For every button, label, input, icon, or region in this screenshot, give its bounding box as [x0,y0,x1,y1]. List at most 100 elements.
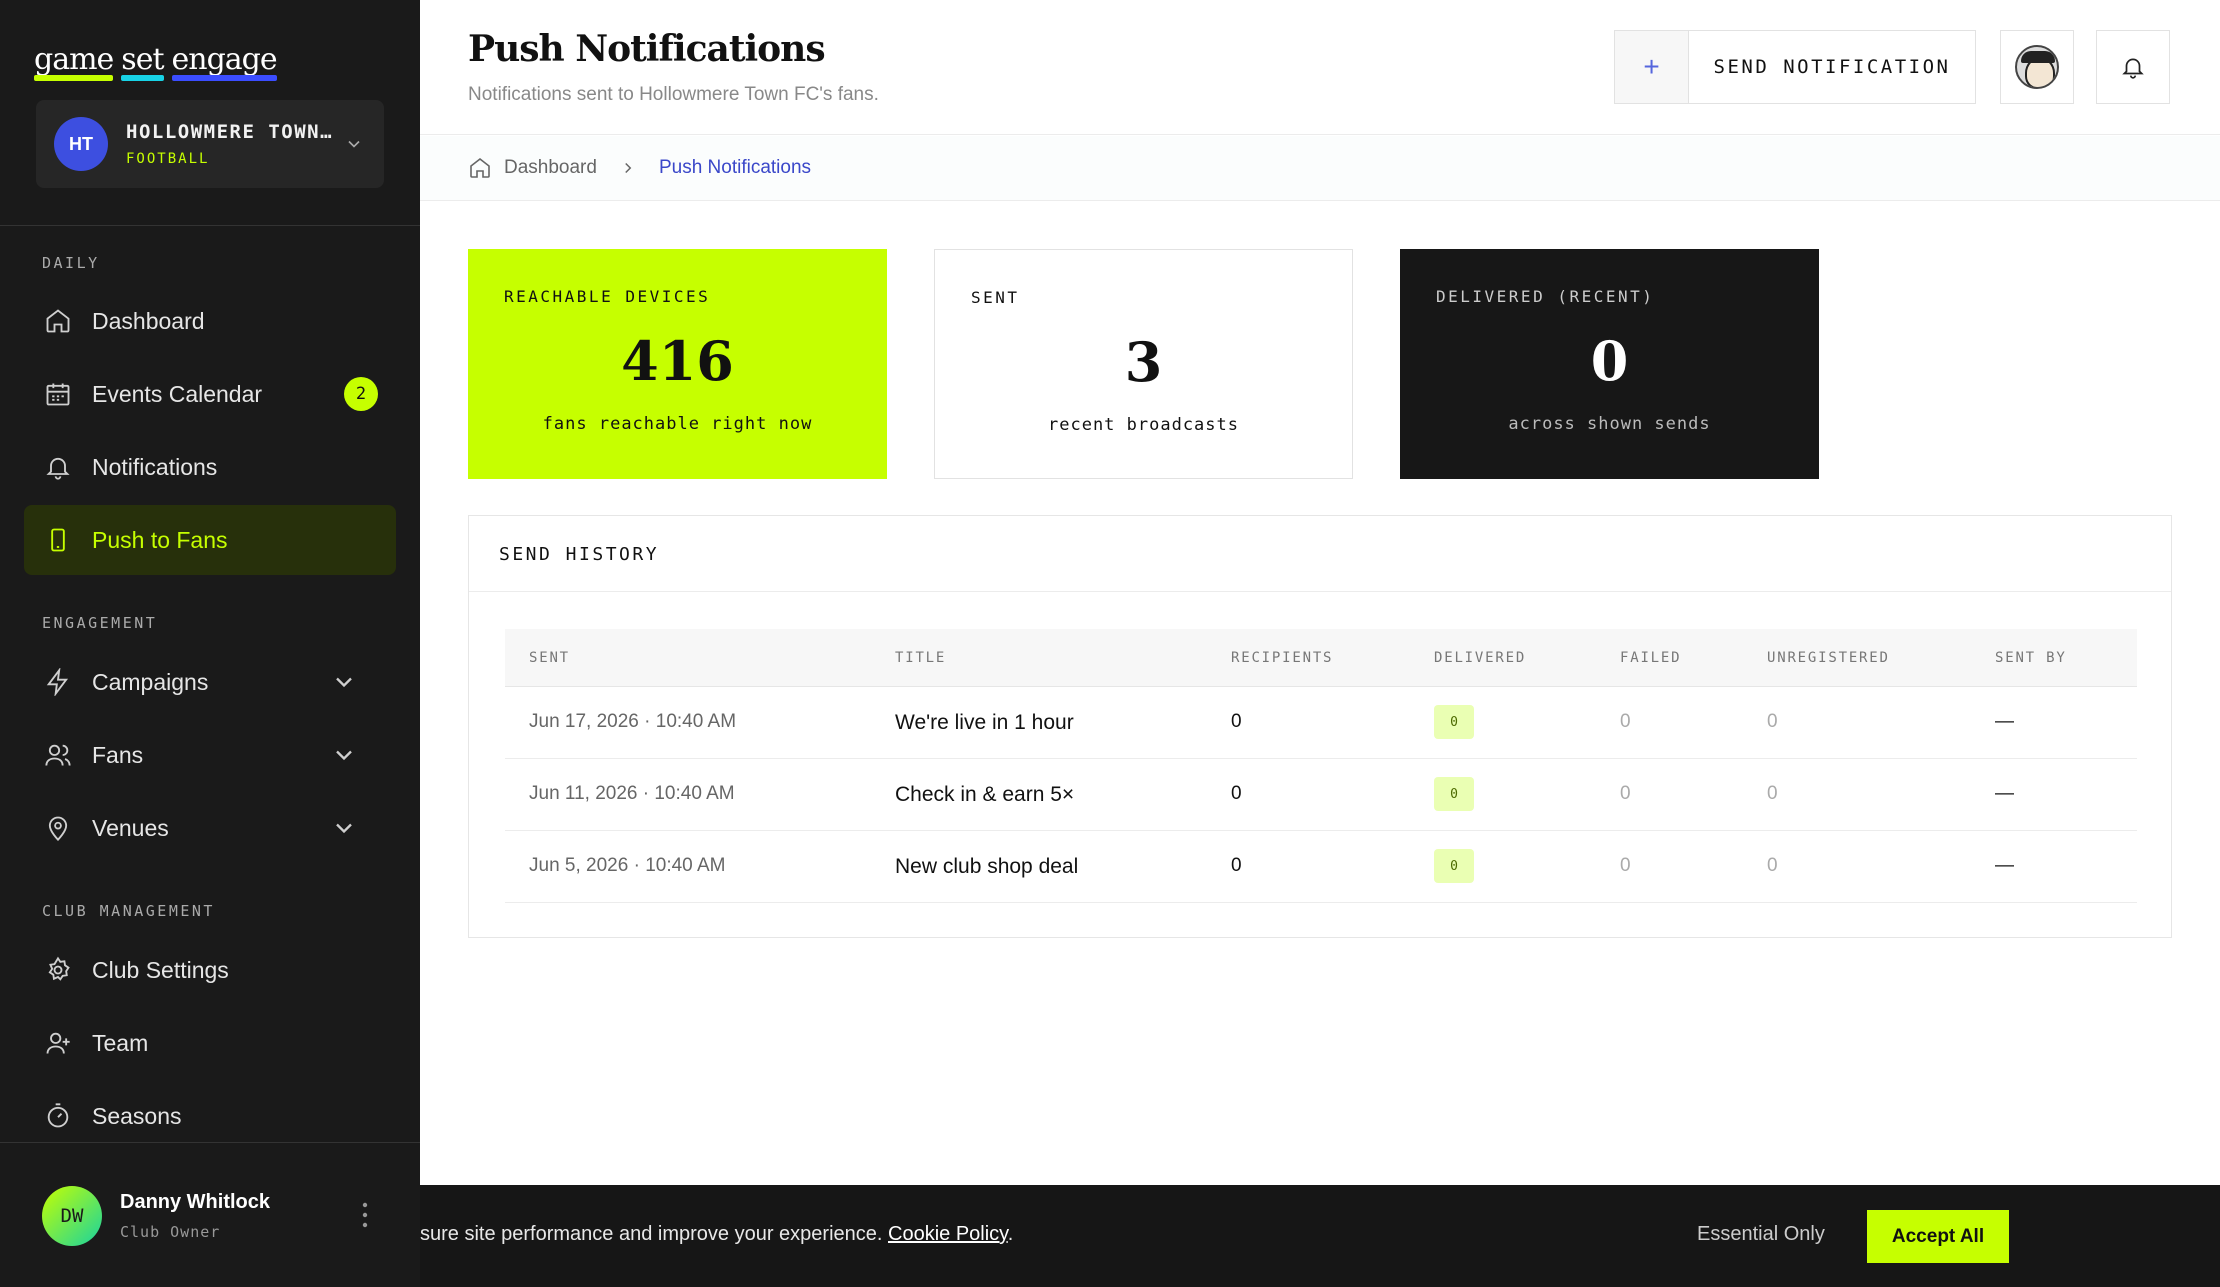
send-notification-button[interactable]: + SEND NOTIFICATION [1614,30,1976,104]
chevron-right-icon [625,162,632,174]
user-plus-icon [46,1032,70,1054]
users-icon [45,744,71,766]
column-header-sent-by[interactable]: SENT BY [1995,650,2067,666]
bell-icon [2122,58,2144,79]
club-name: HOLLOWMERE TOWN… [126,121,334,143]
cell-delivered-badge: 0 [1434,777,1474,811]
sidebar-item-venues[interactable]: Venues [24,793,396,863]
cell-sent-by: — [1995,783,2014,804]
sidebar-item-fans[interactable]: Fans [24,720,396,790]
cookie-policy-link[interactable]: Cookie Policy [888,1223,1008,1245]
cell-title: Check in & earn 5× [895,783,1075,806]
user-name: Danny Whitlock [120,1191,271,1213]
sidebar-item-label: Fans [92,741,144,768]
table-header: SENT TITLE RECIPIENTS DELIVERED FAILED U… [505,629,2137,687]
page-subtitle: Notifications sent to Hollowmere Town FC… [468,84,879,105]
send-history-table: SENT TITLE RECIPIENTS DELIVERED FAILED U… [505,629,2137,903]
stopwatch-icon [47,1103,69,1128]
cell-sent: Jun 17, 2026 · 10:40 AM [529,711,737,732]
cell-unregistered: 0 [1767,783,1778,804]
header-avatar-button[interactable] [2000,30,2074,104]
header-notifications-button[interactable] [2096,30,2170,104]
column-header-delivered[interactable]: DELIVERED [1434,650,1526,666]
cell-sent-by: — [1995,855,2014,876]
club-sport: FOOTBALL [126,151,210,167]
logo-word-game: game [34,42,114,83]
cell-recipients: 0 [1231,783,1242,804]
cell-failed: 0 [1620,711,1631,732]
sidebar-divider [0,225,420,226]
phone-icon [51,528,65,552]
cookie-banner: sure site performance and improve your e… [420,1185,2220,1287]
send-history-title: SEND HISTORY [499,544,660,565]
page-title: Push Notifications [468,28,826,70]
send-notification-label: SEND NOTIFICATION [1713,56,1951,78]
stat-value: 3 [1124,330,1163,394]
chevron-down-icon [336,823,352,834]
stat-label: REACHABLE DEVICES [504,287,711,306]
cell-sent: Jun 5, 2026 · 10:40 AM [529,855,726,876]
sidebar-item-notifications[interactable]: Notifications [24,432,396,502]
table-row[interactable]: Jun 11, 2026 · 10:40 AM Check in & earn … [505,759,2137,831]
lightning-icon [46,668,69,696]
stat-value: 0 [1590,329,1629,393]
column-header-failed[interactable]: FAILED [1620,650,1681,666]
stat-card-reachable-devices: REACHABLE DEVICES 416 fans reachable rig… [468,249,887,479]
breadcrumb: Dashboard Push Notifications [420,136,2220,201]
panel-divider [469,591,2171,592]
more-vertical-icon[interactable] [362,1201,368,1229]
column-header-recipients[interactable]: RECIPIENTS [1231,650,1333,666]
column-header-unregistered[interactable]: UNREGISTERED [1767,650,1890,666]
sidebar-item-label: Venues [92,814,169,841]
calendar-icon [46,383,70,406]
sidebar-item-seasons[interactable]: Seasons [24,1081,396,1151]
cell-sent: Jun 11, 2026 · 10:40 AM [529,783,735,804]
sidebar-item-label: Events Calendar [92,380,263,407]
plus-icon: + [1615,31,1689,103]
cell-unregistered: 0 [1767,711,1778,732]
accept-all-button[interactable]: Accept All [1867,1210,2009,1263]
stat-caption: across shown sends [1508,414,1711,434]
club-info: HOLLOWMERE TOWN… FOOTBALL [126,121,333,167]
map-pin-icon [48,816,68,841]
column-header-sent[interactable]: SENT [529,650,570,666]
sidebar-item-label: Campaigns [92,668,209,695]
section-label-daily: DAILY [42,254,100,272]
user-role: Club Owner [120,1223,221,1241]
sidebar-item-label: Club Settings [92,956,229,983]
table-row[interactable]: Jun 17, 2026 · 10:40 AM We're live in 1 … [505,687,2137,759]
breadcrumb-current: Push Notifications [658,157,812,178]
stat-label: SENT [971,288,1020,307]
cell-recipients: 0 [1231,711,1242,732]
breadcrumb-dashboard-link[interactable]: Dashboard [504,157,597,179]
club-switcher[interactable]: HT HOLLOWMERE TOWN… FOOTBALL [36,100,384,188]
sidebar-item-campaigns[interactable]: Campaigns [24,647,396,717]
stat-caption: fans reachable right now [542,414,813,434]
essential-only-button[interactable]: Essential Only [1697,1223,1825,1246]
count-badge: 2 [344,377,378,411]
brand-logo[interactable]: game set engage [34,42,278,83]
home-icon [46,309,70,333]
gear-icon [48,956,70,981]
sidebar-item-club-settings[interactable]: Club Settings [24,935,396,1005]
stat-value: 416 [621,329,734,393]
chevron-down-icon [348,140,360,148]
sidebar-item-events-calendar[interactable]: Events Calendar 2 [24,359,396,429]
sidebar-item-label: Push to Fans [92,526,228,553]
chevron-down-icon [336,677,352,688]
avatar [2015,45,2059,89]
stat-label: DELIVERED (RECENT) [1436,287,1655,306]
sidebar-item-team[interactable]: Team [24,1008,396,1078]
section-label-club-management: CLUB MANAGEMENT [42,902,215,920]
user-profile[interactable]: DW Danny Whitlock Club Owner [0,1142,420,1287]
club-avatar: HT [54,117,108,171]
table-row[interactable]: Jun 5, 2026 · 10:40 AM New club shop dea… [505,831,2137,903]
sidebar-item-label: Seasons [92,1102,182,1129]
sidebar-item-label: Team [92,1029,149,1056]
sidebar-item-push-to-fans[interactable]: Push to Fans [24,505,396,575]
cell-unregistered: 0 [1767,855,1778,876]
column-header-title[interactable]: TITLE [895,650,946,666]
sidebar-item-label: Notifications [92,453,218,480]
cookie-period: . [1007,1223,1014,1245]
sidebar-item-dashboard[interactable]: Dashboard [24,286,396,356]
